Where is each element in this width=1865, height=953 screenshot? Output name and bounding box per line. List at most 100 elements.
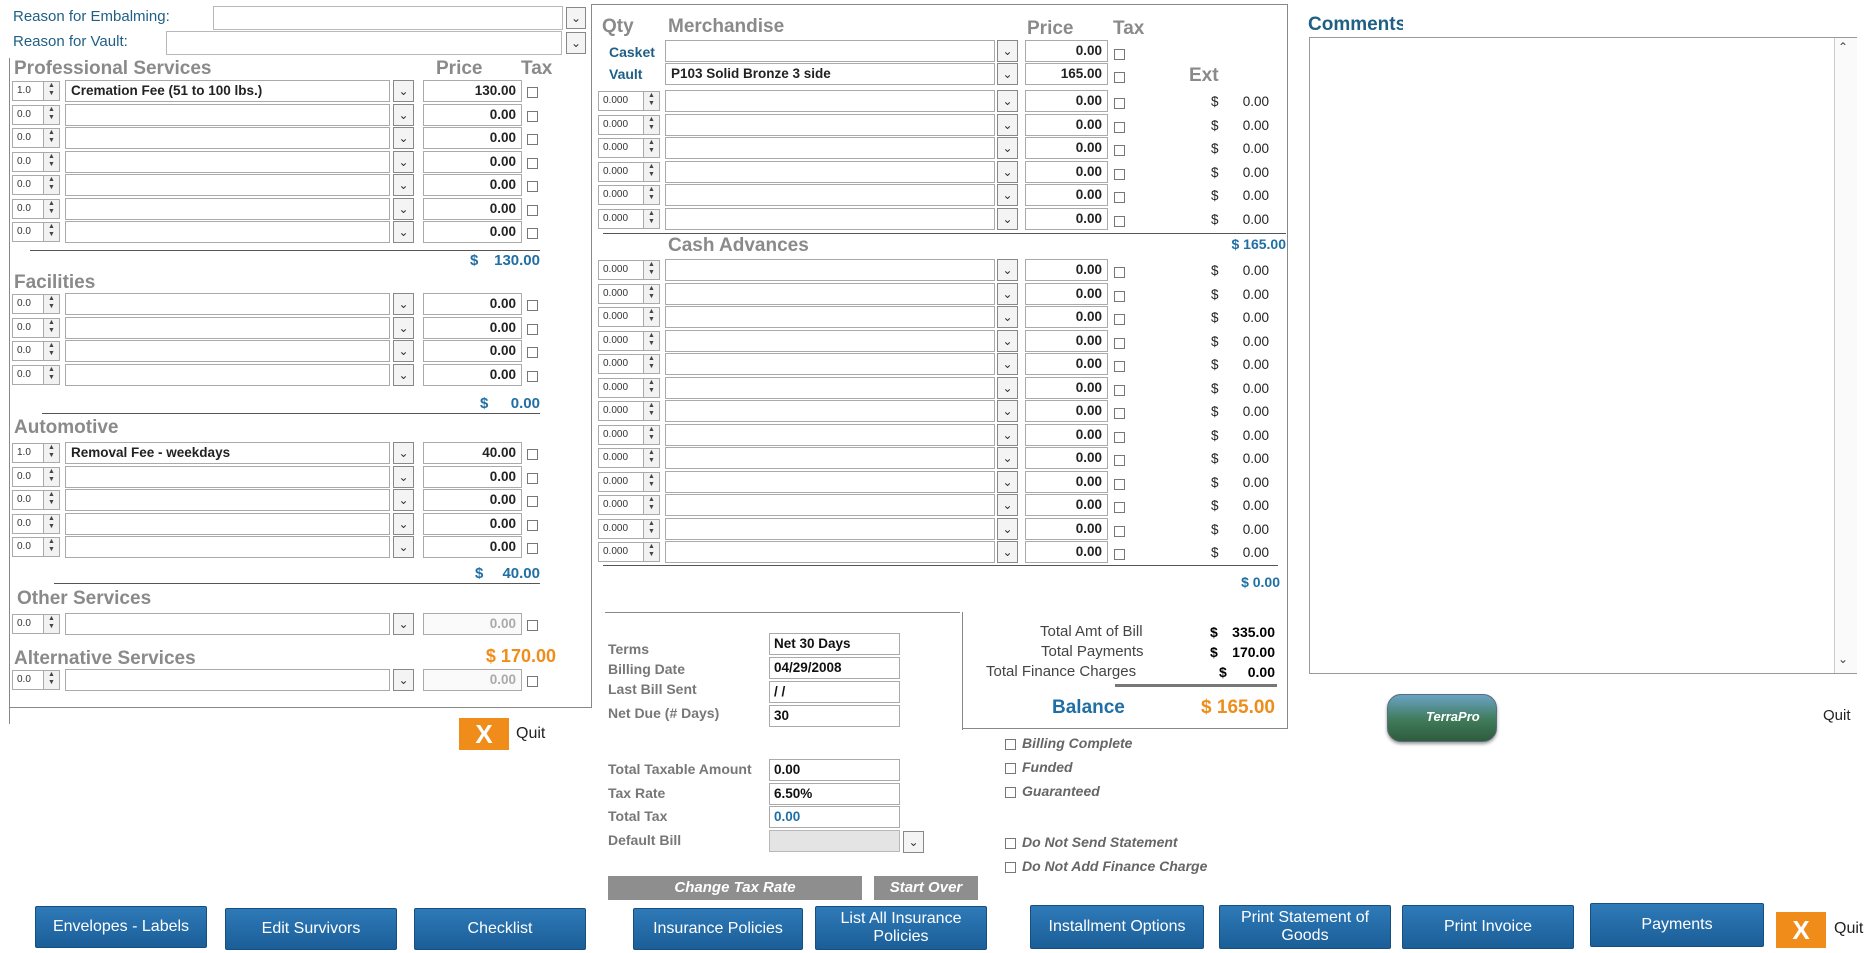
- default-bill-select[interactable]: [769, 830, 900, 852]
- cash-description-input[interactable]: [665, 494, 995, 516]
- spinner-arrows-icon[interactable]: ▲ ▼: [643, 543, 659, 561]
- spinner-arrows-icon[interactable]: ▲ ▼: [643, 186, 659, 204]
- merch-tax-checkbox[interactable]: [1114, 192, 1125, 203]
- merch-description-dropdown[interactable]: ⌄: [997, 207, 1018, 230]
- cash-description-dropdown[interactable]: ⌄: [997, 259, 1018, 281]
- merch-price-input[interactable]: 0.00: [1025, 113, 1108, 136]
- merch-description-dropdown[interactable]: ⌄: [997, 184, 1018, 206]
- cash-description-dropdown[interactable]: ⌄: [997, 447, 1018, 469]
- cash-tax-checkbox[interactable]: [1114, 290, 1125, 302]
- spinner-arrows-icon[interactable]: ▲ ▼: [43, 365, 59, 384]
- merch-description-dropdown[interactable]: ⌄: [997, 137, 1018, 159]
- other-description-input[interactable]: [65, 613, 390, 635]
- cash-price-input[interactable]: 0.00: [1025, 329, 1108, 352]
- cash-tax-checkbox[interactable]: [1114, 478, 1125, 490]
- comments-textarea[interactable]: [1309, 37, 1857, 674]
- cash-qty-stepper[interactable]: 0.000 ▲ ▼: [598, 283, 660, 304]
- left-quit-button[interactable]: X: [459, 718, 509, 750]
- automotive-description-dropdown[interactable]: ⌄: [393, 489, 414, 511]
- professional-price-input[interactable]: 0.00: [423, 221, 522, 243]
- alternative-description-input[interactable]: [65, 669, 390, 691]
- cash-qty-stepper[interactable]: 0.000 ▲ ▼: [598, 448, 660, 468]
- automotive-description-input[interactable]: [65, 489, 390, 511]
- facilities-tax-checkbox[interactable]: [527, 300, 538, 311]
- spinner-arrows-icon[interactable]: ▲ ▼: [643, 331, 659, 350]
- funded-flag[interactable]: Funded: [1005, 759, 1073, 775]
- automotive-tax-checkbox[interactable]: [527, 519, 538, 531]
- last-bill-field[interactable]: / /: [769, 681, 900, 703]
- alternative-qty-stepper[interactable]: 0.0 ▲ ▼: [12, 670, 60, 690]
- no-statement-flag[interactable]: Do Not Send Statement: [1005, 834, 1178, 850]
- merch-qty-stepper[interactable]: 0.000 ▲ ▼: [598, 185, 660, 205]
- cash-description-input[interactable]: [665, 259, 995, 281]
- professional-tax-checkbox[interactable]: [527, 87, 538, 98]
- cash-tax-checkbox[interactable]: [1114, 314, 1125, 325]
- merch-tax-checkbox[interactable]: [1114, 168, 1125, 180]
- facilities-price-input[interactable]: 0.00: [423, 340, 522, 362]
- spinner-arrows-icon[interactable]: ▲ ▼: [643, 115, 659, 134]
- facilities-description-input[interactable]: [65, 363, 390, 386]
- automotive-description-dropdown[interactable]: ⌄: [393, 442, 414, 464]
- cash-description-input[interactable]: [665, 353, 995, 375]
- merch-tax-checkbox[interactable]: [1114, 98, 1125, 109]
- guaranteed-checkbox[interactable]: [1005, 786, 1016, 798]
- merch-tax-checkbox[interactable]: [1114, 145, 1125, 156]
- spinner-arrows-icon[interactable]: ▲ ▼: [643, 261, 659, 279]
- cash-qty-stepper[interactable]: 0.000 ▲ ▼: [598, 330, 660, 351]
- spinner-arrows-icon[interactable]: ▲ ▼: [643, 209, 659, 228]
- cash-description-input[interactable]: [665, 376, 995, 399]
- cash-tax-checkbox[interactable]: [1114, 408, 1125, 419]
- professional-qty-stepper[interactable]: 0.0 ▲ ▼: [12, 128, 60, 148]
- print-statement-button[interactable]: Print Statement of Goods: [1219, 905, 1391, 949]
- automotive-qty-stepper[interactable]: 0.0 ▲ ▼: [12, 466, 60, 487]
- cash-description-dropdown[interactable]: ⌄: [997, 494, 1018, 516]
- professional-description-dropdown[interactable]: ⌄: [393, 80, 414, 102]
- automotive-tax-checkbox[interactable]: [527, 449, 538, 460]
- professional-tax-checkbox[interactable]: [527, 157, 538, 169]
- spinner-arrows-icon[interactable]: ▲ ▼: [643, 355, 659, 373]
- cash-description-dropdown[interactable]: ⌄: [997, 423, 1018, 446]
- bottom-quit-label[interactable]: Quit: [1834, 920, 1863, 938]
- spinner-arrows-icon[interactable]: ▲ ▼: [643, 472, 659, 491]
- casket-input[interactable]: [665, 40, 995, 62]
- reason-embalming-dropdown[interactable]: ⌄: [566, 7, 586, 29]
- professional-description-input[interactable]: [65, 103, 390, 126]
- casket-price[interactable]: 0.00: [1025, 40, 1108, 62]
- vault-price[interactable]: 165.00: [1025, 63, 1108, 85]
- spinner-arrows-icon[interactable]: ▲ ▼: [43, 152, 59, 171]
- spinner-arrows-icon[interactable]: ▲ ▼: [43, 318, 59, 337]
- spinner-arrows-icon[interactable]: ▲ ▼: [643, 308, 659, 326]
- alternative-description-dropdown[interactable]: ⌄: [393, 669, 414, 691]
- spinner-arrows-icon[interactable]: ▲ ▼: [43, 491, 59, 509]
- professional-description-input[interactable]: [65, 150, 390, 173]
- automotive-qty-stepper[interactable]: 0.0 ▲ ▼: [12, 513, 60, 534]
- other-tax-checkbox[interactable]: [527, 620, 538, 631]
- merch-description-input[interactable]: [665, 160, 995, 183]
- professional-qty-stepper[interactable]: 0.0 ▲ ▼: [12, 222, 60, 242]
- spinner-arrows-icon[interactable]: ▲ ▼: [43, 671, 59, 689]
- vault-input[interactable]: P103 Solid Bronze 3 side: [665, 63, 995, 85]
- professional-description-input[interactable]: [65, 127, 390, 149]
- terms-field[interactable]: Net 30 Days: [769, 633, 900, 655]
- cash-description-dropdown[interactable]: ⌄: [997, 376, 1018, 399]
- merch-price-input[interactable]: 0.00: [1025, 160, 1108, 183]
- automotive-price-input[interactable]: 0.00: [423, 489, 522, 511]
- merch-description-dropdown[interactable]: ⌄: [997, 113, 1018, 136]
- professional-price-input[interactable]: 0.00: [423, 127, 522, 149]
- professional-description-dropdown[interactable]: ⌄: [393, 221, 414, 243]
- facilities-description-dropdown[interactable]: ⌄: [393, 316, 414, 339]
- spinner-arrows-icon[interactable]: ▲ ▼: [643, 162, 659, 181]
- professional-description-dropdown[interactable]: ⌄: [393, 150, 414, 173]
- cash-qty-stepper[interactable]: 0.000 ▲ ▼: [598, 424, 660, 445]
- automotive-price-input[interactable]: 0.00: [423, 536, 522, 558]
- merch-description-input[interactable]: [665, 113, 995, 136]
- spinner-arrows-icon[interactable]: ▲ ▼: [643, 519, 659, 538]
- merch-price-input[interactable]: 0.00: [1025, 137, 1108, 159]
- professional-price-input[interactable]: 0.00: [423, 197, 522, 220]
- cash-description-input[interactable]: [665, 423, 995, 446]
- billing-date-field[interactable]: 04/29/2008: [769, 657, 900, 679]
- no-finance-checkbox[interactable]: [1005, 861, 1016, 873]
- chevron-up-icon[interactable]: ⌃: [1838, 40, 1848, 54]
- facilities-tax-checkbox[interactable]: [527, 370, 538, 382]
- cash-price-input[interactable]: 0.00: [1025, 494, 1108, 516]
